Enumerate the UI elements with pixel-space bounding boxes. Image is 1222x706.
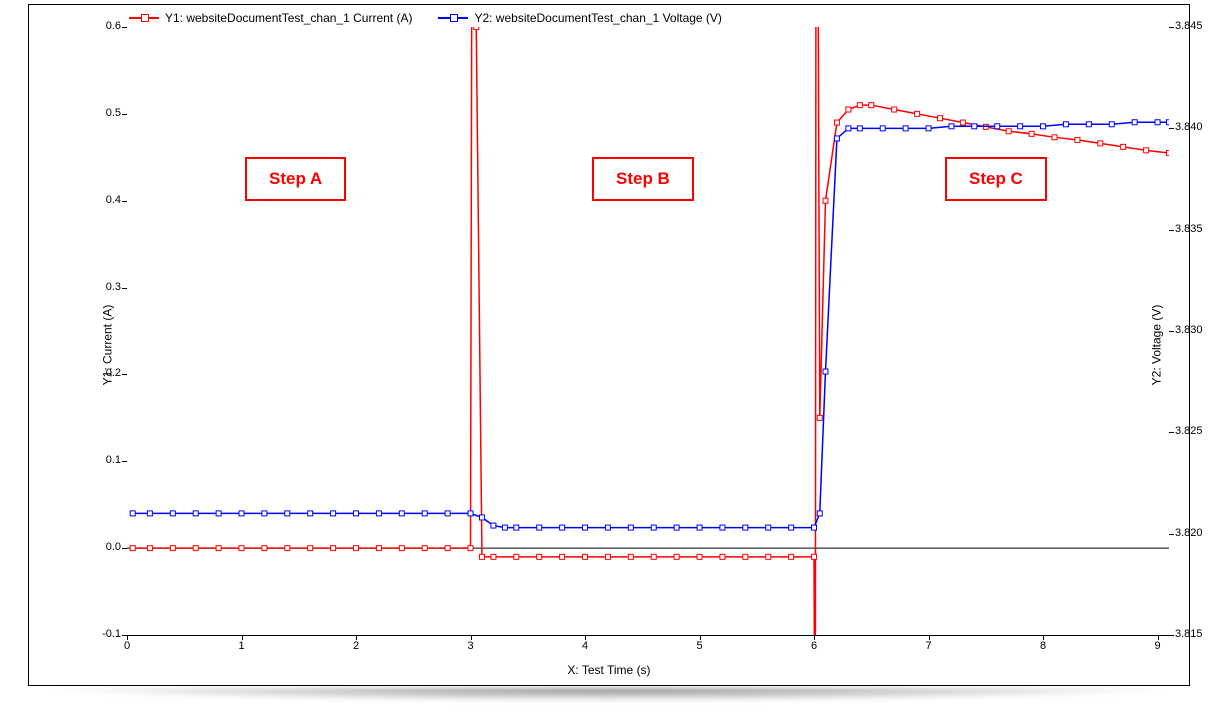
y1-tick-label: 0.6 (81, 20, 121, 32)
y2-axis-label: Y2: Voltage (V) (1150, 305, 1164, 386)
x-tick-label: 8 (1028, 640, 1058, 652)
x-tick-label: 1 (227, 640, 257, 652)
x-tick-label: 9 (1143, 640, 1173, 652)
x-tick-label: 4 (570, 640, 600, 652)
annotation-step-b: Step B (592, 157, 694, 201)
y1-tick-label: 0.0 (81, 541, 121, 553)
y2-tick-label: 3.830 (1175, 324, 1219, 336)
y2-tick-label: 3.835 (1175, 223, 1219, 235)
legend-item-voltage: Y2: websiteDocumentTest_chan_1 Voltage (… (438, 11, 721, 25)
annotation-step-a: Step A (245, 157, 346, 201)
y1-tick-label: 0.5 (81, 107, 121, 119)
y2-tick-label: 3.840 (1175, 121, 1219, 133)
y2-tick-label: 3.820 (1175, 527, 1219, 539)
y1-tick-label: 0.2 (81, 367, 121, 379)
y1-tick-label: -0.1 (81, 628, 121, 640)
plot-svg (127, 27, 1169, 635)
chart-border: Y1: websiteDocumentTest_chan_1 Current (… (28, 4, 1190, 686)
x-tick-label: 5 (685, 640, 715, 652)
x-tick-label: 7 (914, 640, 944, 652)
y2-tick-label: 3.845 (1175, 20, 1219, 32)
legend-swatch-red (129, 13, 159, 23)
y1-tick-label: 0.3 (81, 281, 121, 293)
x-tick-label: 0 (112, 640, 142, 652)
y2-tick-label: 3.815 (1175, 628, 1219, 640)
legend-item-current: Y1: websiteDocumentTest_chan_1 Current (… (129, 11, 412, 25)
chart-frame: Y1: websiteDocumentTest_chan_1 Current (… (0, 0, 1222, 706)
drop-shadow (40, 688, 1180, 702)
plot-area: Step A Step B Step C (127, 27, 1169, 636)
legend: Y1: websiteDocumentTest_chan_1 Current (… (129, 11, 722, 25)
x-tick-label: 6 (799, 640, 829, 652)
x-tick-label: 3 (456, 640, 486, 652)
legend-label-current: Y1: websiteDocumentTest_chan_1 Current (… (165, 11, 412, 25)
x-tick-label: 2 (341, 640, 371, 652)
y2-tick-label: 3.825 (1175, 425, 1219, 437)
annotation-step-c: Step C (945, 157, 1047, 201)
legend-label-voltage: Y2: websiteDocumentTest_chan_1 Voltage (… (474, 11, 721, 25)
legend-swatch-blue (438, 13, 468, 23)
y1-tick-label: 0.1 (81, 454, 121, 466)
x-axis-label: X: Test Time (s) (567, 663, 650, 677)
y1-tick-label: 0.4 (81, 194, 121, 206)
